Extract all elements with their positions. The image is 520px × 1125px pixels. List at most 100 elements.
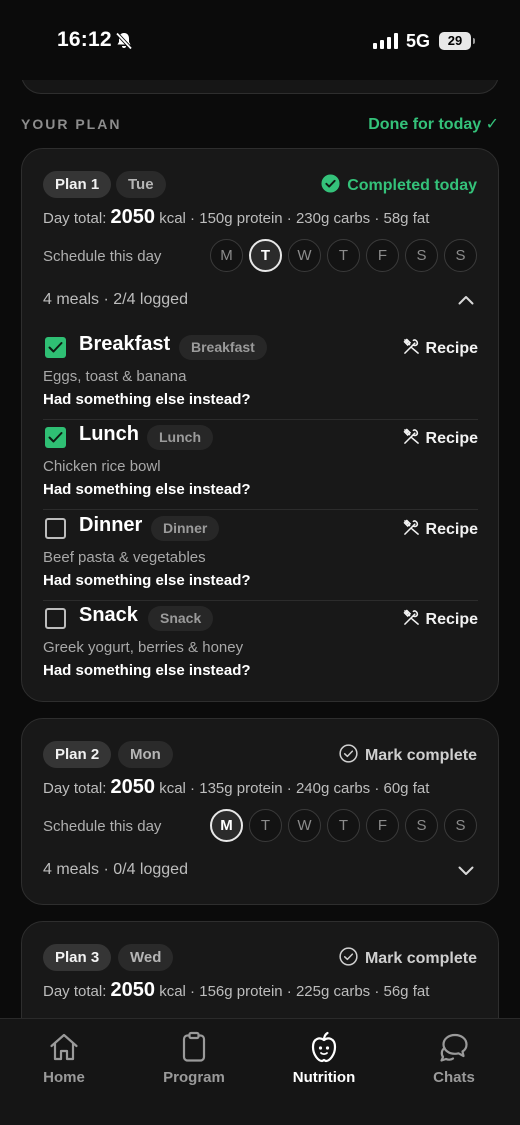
chevron-up-icon[interactable] <box>458 292 474 310</box>
meal-tag: Lunch <box>147 425 213 450</box>
recipe-label: Recipe <box>425 430 478 447</box>
status-time: 16:12 <box>57 28 112 51</box>
weekday-tue[interactable]: T <box>249 809 282 842</box>
day-total: Day total: 2050 kcal · 135g protein · 24… <box>43 776 429 799</box>
day-total-label: Day total: <box>43 210 107 227</box>
apple-icon <box>264 1027 384 1063</box>
had-something-else-link[interactable]: Had something else instead? <box>43 481 251 498</box>
mark-complete-button[interactable]: Mark complete <box>339 744 477 768</box>
meal-name: Snack <box>79 604 138 626</box>
chat-bubbles-icon <box>394 1027 514 1063</box>
recipe-button[interactable]: Recipe <box>403 519 478 541</box>
meal-item-breakfast: Breakfast Breakfast Recipe Eggs, toast &… <box>43 330 478 420</box>
plan-day-label: Mon <box>118 741 173 768</box>
meals-summary: 4 meals · 0/4 logged <box>43 861 188 878</box>
check-circle-icon <box>321 174 340 198</box>
meal-tag: Snack <box>148 606 214 631</box>
tab-label: Chats <box>433 1069 475 1086</box>
schedule-label: Schedule this day <box>43 248 162 265</box>
meal-description: Eggs, toast & banana <box>43 368 187 385</box>
meal-checkbox[interactable] <box>45 427 66 448</box>
meal-item-snack: Snack Snack Recipe Greek yogurt, berries… <box>43 601 478 691</box>
weekday-selector: M T W T F S S <box>210 809 477 842</box>
network-type: 5G <box>406 31 431 51</box>
meal-description: Beef pasta & vegetables <box>43 549 206 566</box>
weekday-wed[interactable]: W <box>288 239 321 272</box>
weekday-selector: M T W T F S S <box>210 239 477 272</box>
kcal-value: 2050 <box>110 206 156 228</box>
tab-home[interactable]: Home <box>4 1027 124 1086</box>
weekday-sat[interactable]: S <box>405 809 438 842</box>
weekday-sun[interactable]: S <box>444 809 477 842</box>
plan-day-label: Tue <box>116 171 166 198</box>
had-something-else-link[interactable]: Had something else instead? <box>43 662 251 679</box>
meal-description: Chicken rice bowl <box>43 458 161 475</box>
bell-muted-icon <box>114 31 134 56</box>
completed-today-status[interactable]: Completed today <box>321 174 477 198</box>
tab-label: Program <box>163 1069 225 1086</box>
day-total: Day total: 2050 kcal · 150g protein · 23… <box>43 206 429 229</box>
macros-text: kcal · 135g protein · 240g carbs · 60g f… <box>159 780 430 797</box>
status-text: Mark complete <box>364 747 477 764</box>
mark-complete-button[interactable]: Mark complete <box>339 947 477 971</box>
tab-label: Nutrition <box>292 1069 356 1086</box>
check-circle-outline-icon <box>339 744 358 768</box>
weekday-thu[interactable]: T <box>327 239 360 272</box>
meal-name: Lunch <box>79 423 139 445</box>
weekday-sun[interactable]: S <box>444 239 477 272</box>
day-total-label: Day total: <box>43 780 107 797</box>
meal-checkbox[interactable] <box>45 608 66 629</box>
tab-chats[interactable]: Chats <box>394 1027 514 1086</box>
bottom-tab-bar: Home Program Nutrition Chats <box>0 1018 520 1125</box>
utensils-icon <box>403 338 420 360</box>
meal-tag: Dinner <box>151 516 220 541</box>
weekday-wed[interactable]: W <box>288 809 321 842</box>
recipe-label: Recipe <box>425 521 478 538</box>
plan-day-label: Wed <box>118 944 174 971</box>
battery-icon: 29 <box>439 32 475 50</box>
your-plan-header: YOUR PLAN Done for today ✓ <box>21 114 499 136</box>
meal-description: Greek yogurt, berries & honey <box>43 639 244 656</box>
weekday-tue[interactable]: T <box>249 239 282 272</box>
day-total: Day total: 2050 kcal · 156g protein · 22… <box>43 979 429 1002</box>
recipe-button[interactable]: Recipe <box>403 428 478 450</box>
utensils-icon <box>403 428 420 450</box>
tab-program[interactable]: Program <box>134 1027 254 1086</box>
divider <box>43 509 478 510</box>
kcal-value: 2050 <box>110 979 156 1001</box>
kcal-value: 2050 <box>110 776 156 798</box>
weekday-fri[interactable]: F <box>366 239 399 272</box>
recipe-button[interactable]: Recipe <box>403 338 478 360</box>
weekday-fri[interactable]: F <box>366 809 399 842</box>
plan-card-1: Plan 1 Tue Completed today Day total: 20… <box>21 148 499 702</box>
recipe-button[interactable]: Recipe <box>403 609 478 631</box>
meal-item-lunch: Lunch Lunch Recipe Chicken rice bowl Had… <box>43 420 478 510</box>
status-text: Completed today <box>347 177 477 194</box>
meal-name: Breakfast <box>79 333 171 355</box>
weekday-mon[interactable]: M <box>210 809 243 842</box>
weekday-sat[interactable]: S <box>405 239 438 272</box>
meals-summary: 4 meals · 2/4 logged <box>43 291 188 308</box>
had-something-else-link[interactable]: Had something else instead? <box>43 572 251 589</box>
macros-text: kcal · 150g protein · 230g carbs · 58g f… <box>159 210 430 227</box>
cellular-signal-icon <box>373 33 398 49</box>
weekday-thu[interactable]: T <box>327 809 360 842</box>
clipboard-icon <box>134 1027 254 1063</box>
had-something-else-link[interactable]: Had something else instead? <box>43 391 251 408</box>
plan-label: Plan 1 <box>43 171 112 198</box>
meal-name: Dinner <box>79 514 143 536</box>
recipe-label: Recipe <box>425 611 478 628</box>
check-circle-outline-icon <box>339 947 358 971</box>
plan-card-2: Plan 2 Mon Mark complete Day total: 2050… <box>21 718 499 905</box>
done-for-today-button[interactable]: Done for today ✓ <box>368 114 499 134</box>
section-title: YOUR PLAN <box>21 116 122 132</box>
meal-checkbox[interactable] <box>45 518 66 539</box>
chevron-down-icon[interactable] <box>458 863 474 881</box>
recipe-label: Recipe <box>425 340 478 357</box>
weekday-mon[interactable]: M <box>210 239 243 272</box>
meal-checkbox[interactable] <box>45 337 66 358</box>
meal-item-dinner: Dinner Dinner Recipe Beef pasta & vegeta… <box>43 511 478 601</box>
macros-text: kcal · 156g protein · 225g carbs · 56g f… <box>159 983 430 1000</box>
tab-nutrition[interactable]: Nutrition <box>264 1027 384 1086</box>
utensils-icon <box>403 609 420 631</box>
